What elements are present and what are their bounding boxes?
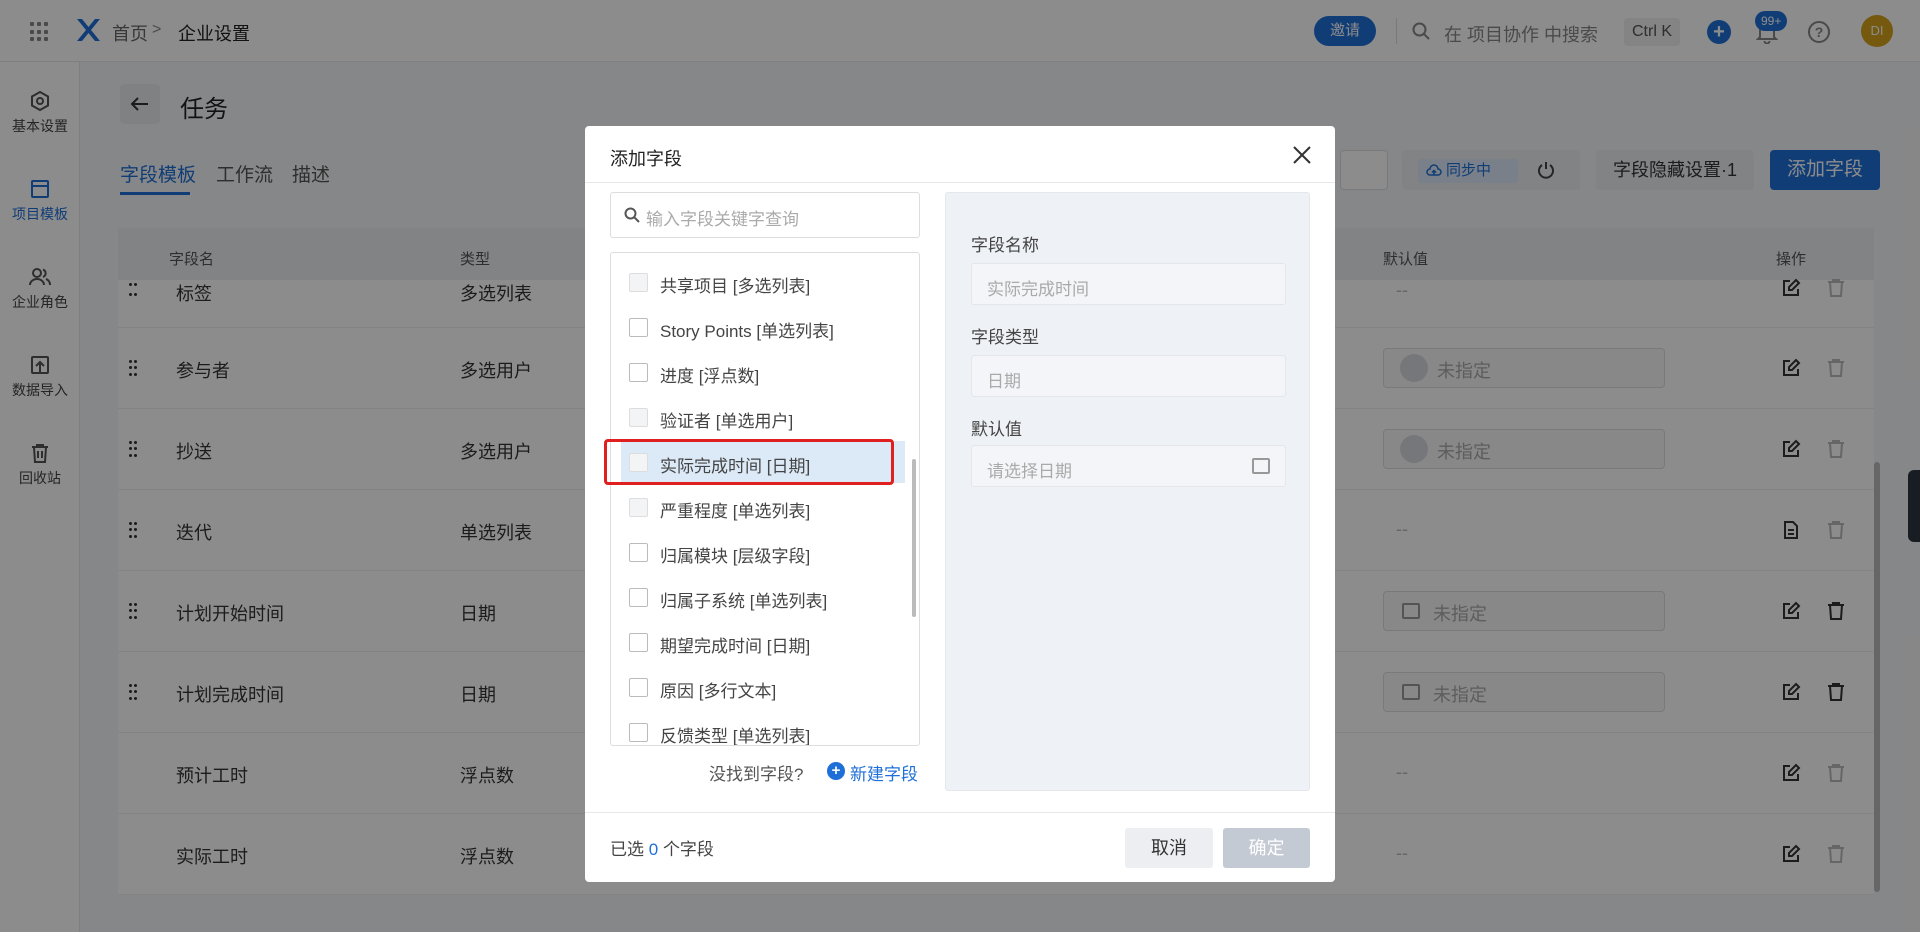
- field-name-input: 实际完成时间: [971, 263, 1286, 305]
- field-option-label: 进度 [浮点数]: [660, 367, 760, 386]
- new-field-link[interactable]: 新建字段: [850, 760, 918, 785]
- list-item[interactable]: 原因 [多行文本]: [611, 666, 911, 708]
- field-name-label: 字段名称: [971, 236, 1039, 255]
- list-item: 共享项目 [多选列表]: [611, 261, 911, 303]
- list-item: 严重程度 [单选列表]: [611, 486, 911, 528]
- field-option-label: 归属子系统 [单选列表]: [660, 592, 828, 611]
- list-item[interactable]: 归属子系统 [单选列表]: [611, 576, 911, 618]
- checkbox[interactable]: [629, 633, 648, 652]
- list-item[interactable]: 反馈类型 [单选列表]: [611, 711, 911, 746]
- default-date-picker: 请选择日期: [971, 445, 1286, 487]
- checkbox[interactable]: [629, 723, 648, 742]
- divider: [585, 182, 1335, 183]
- field-option-label: 反馈类型 [单选列表]: [660, 727, 811, 746]
- checkbox[interactable]: [629, 543, 648, 562]
- field-option-label: 期望完成时间 [日期]: [660, 637, 811, 656]
- field-list: 共享项目 [多选列表] Story Points [单选列表] 进度 [浮点数]…: [610, 252, 920, 746]
- selected-count-text: 已选 0 个字段: [610, 840, 714, 859]
- field-search-input[interactable]: 输入字段关键字查询: [610, 192, 920, 238]
- divider: [585, 812, 1335, 813]
- field-option-label: 严重程度 [单选列表]: [660, 502, 811, 521]
- list-item[interactable]: 归属模块 [层级字段]: [611, 531, 911, 573]
- dialog-title: 添加字段: [610, 149, 682, 169]
- default-value-label: 默认值: [971, 420, 1022, 439]
- field-option-label: 验证者 [单选用户]: [660, 412, 794, 431]
- field-list-scrollbar[interactable]: [912, 459, 916, 617]
- list-item[interactable]: Story Points [单选列表]: [611, 306, 911, 348]
- add-field-dialog: 添加字段 输入字段关键字查询 共享项目 [多选列表] Story Points …: [585, 126, 1335, 882]
- field-option-label: 归属模块 [层级字段]: [660, 547, 811, 566]
- checkbox[interactable]: [629, 363, 648, 382]
- field-option-label: 共享项目 [多选列表]: [660, 277, 811, 296]
- checkbox: [629, 408, 648, 427]
- list-item[interactable]: 进度 [浮点数]: [611, 351, 911, 393]
- field-name-value: 实际完成时间: [987, 280, 1089, 299]
- checkbox[interactable]: [629, 678, 648, 697]
- field-type-value: 日期: [987, 372, 1021, 391]
- confirm-button[interactable]: 确定: [1223, 828, 1310, 868]
- checkbox: [629, 273, 648, 292]
- plus-circle-icon[interactable]: +: [827, 762, 845, 780]
- close-icon[interactable]: [1289, 142, 1315, 168]
- field-type-label: 字段类型: [971, 328, 1039, 347]
- field-detail-panel: 字段名称 实际完成时间 字段类型 日期 默认值 请选择日期: [945, 192, 1310, 791]
- list-item[interactable]: 期望完成时间 [日期]: [611, 621, 911, 663]
- checkbox[interactable]: [629, 588, 648, 607]
- highlight-annotation: [604, 439, 894, 485]
- calendar-icon: [1252, 458, 1270, 474]
- field-type-input: 日期: [971, 355, 1286, 397]
- not-found-text: 没找到字段?: [709, 765, 804, 784]
- search-icon: [624, 207, 640, 223]
- search-placeholder: 输入字段关键字查询: [646, 210, 799, 229]
- date-placeholder: 请选择日期: [987, 462, 1072, 481]
- checkbox[interactable]: [629, 318, 648, 337]
- checkbox: [629, 498, 648, 517]
- list-item: 验证者 [单选用户]: [611, 396, 911, 438]
- field-option-label: Story Points [单选列表]: [660, 322, 834, 341]
- selected-count: 0: [648, 840, 659, 859]
- field-option-label: 原因 [多行文本]: [660, 682, 777, 701]
- cancel-button[interactable]: 取消: [1125, 828, 1213, 868]
